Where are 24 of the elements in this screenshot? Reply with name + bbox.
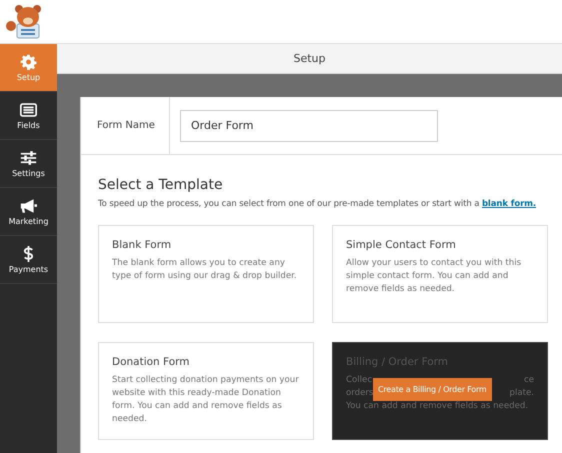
card-description: Start collecting donation payments on your website with this ready-made Donation form. You can add and remove fields as needed. (112, 374, 300, 426)
megaphone-icon (20, 198, 37, 214)
template-card[interactable]: Simple Contact Form Allow your users to contact you with this simple contact form. You can add and remove fields as needed. (332, 225, 548, 323)
card-description: The blank form allows you to create any type of form using our drag & drop builder. (112, 257, 298, 283)
form-name-field[interactable]: Order Form (180, 110, 438, 142)
intro-text: To speed up the process, you can select from one of our pre-made templates or start with a blank form. (98, 199, 538, 209)
template-card[interactable]: Donation Form Start collecting donation payments on your website with this ready-made Donation form. You can add and remove fields as needed. (98, 342, 314, 440)
card-title: Simple Contact Form (346, 239, 457, 251)
list-icon (20, 102, 37, 118)
card-description: You can add and remove fields as needed. (346, 400, 528, 413)
card-description: ce (524, 374, 534, 387)
card-description: Allow your users to contact you with this simple contact form. You can add and remove fields as needed. (346, 257, 522, 296)
page-title: Setup (293, 52, 326, 65)
blank-form-link[interactable]: blank form. (482, 199, 536, 209)
card-description: plate. (510, 387, 534, 400)
gear-icon (20, 54, 37, 70)
card-description: orders (346, 387, 374, 400)
template-card[interactable]: Blank Form The blank form allows you to create any type of form using our drag & drop builder. (98, 225, 314, 323)
form-name-label: Form Name (97, 120, 155, 131)
section-heading: Select a Template (98, 177, 224, 193)
card-title: Blank Form (112, 239, 172, 251)
card-description: Collec (346, 374, 372, 387)
sliders-icon (20, 150, 37, 166)
card-title: Donation Form (112, 356, 190, 368)
